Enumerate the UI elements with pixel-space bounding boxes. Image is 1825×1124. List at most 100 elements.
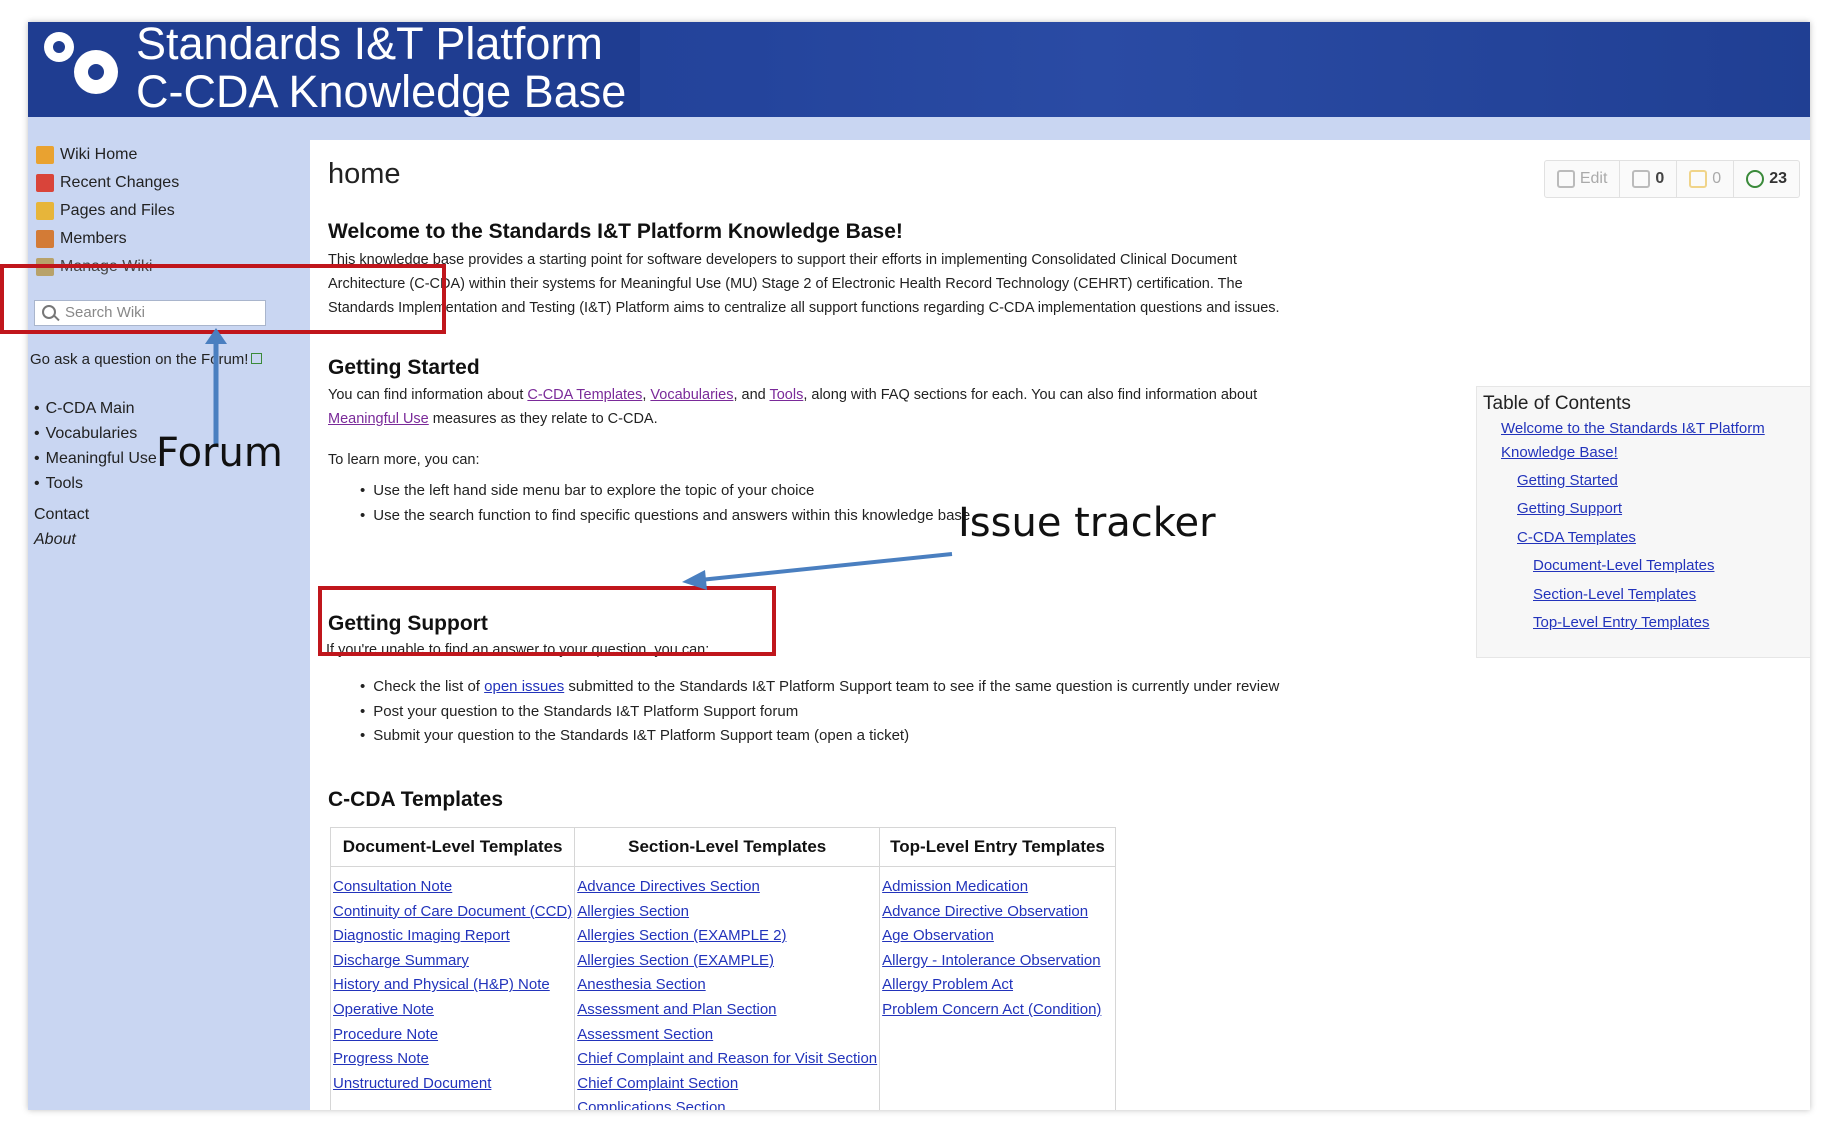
- open-issues-link[interactable]: open issues: [484, 678, 564, 695]
- paperclip-icon: [1632, 169, 1651, 188]
- meaningful-use-link[interactable]: Meaningful Use: [328, 411, 429, 427]
- comment-icon: [1689, 169, 1708, 188]
- template-link[interactable]: Assessment Section: [577, 1026, 713, 1043]
- template-link[interactable]: Allergy - Intolerance Observation: [882, 952, 1100, 969]
- sidebar-link-tools[interactable]: Tools: [34, 471, 157, 496]
- template-link[interactable]: Unstructured Document: [333, 1075, 491, 1092]
- template-link[interactable]: History and Physical (H&P) Note: [333, 976, 550, 993]
- external-link-icon: [251, 353, 263, 364]
- vocabularies-link[interactable]: Vocabularies: [650, 387, 733, 403]
- template-link[interactable]: Operative Note: [333, 1001, 434, 1018]
- toc-item[interactable]: Knowledge Base!: [1501, 441, 1618, 464]
- template-link[interactable]: Diagnostic Imaging Report: [333, 927, 510, 944]
- toc-item[interactable]: Getting Support: [1517, 497, 1622, 520]
- template-link[interactable]: Advance Directives Section: [577, 878, 760, 895]
- welcome-line: Standards Implementation and Testing (I&…: [328, 300, 1280, 316]
- column-header: Document-Level Templates: [329, 827, 576, 867]
- toc-link[interactable]: Getting Support: [1517, 500, 1622, 517]
- sidebar-item-wiki-home[interactable]: Wiki Home: [36, 142, 137, 168]
- toc-link[interactable]: Top-Level Entry Templates: [1533, 614, 1709, 631]
- comments-button[interactable]: 0: [1677, 161, 1735, 197]
- toc-item[interactable]: Getting Started: [1517, 469, 1618, 492]
- template-link[interactable]: Progress Note: [333, 1050, 429, 1067]
- toc-link[interactable]: Document-Level Templates: [1533, 557, 1714, 574]
- list-item: Post your question to the Standards I&T …: [360, 700, 1279, 725]
- sidebar-link-ccda-main[interactable]: C-CDA Main: [34, 396, 157, 421]
- toc-item[interactable]: Document-Level Templates: [1533, 554, 1714, 577]
- wiki-banner: Standards I&T Platform C-CDA Knowledge B…: [28, 22, 1810, 117]
- section-templates-cell: Advance Directives Section Allergies Sec…: [574, 866, 881, 1110]
- text-span: Check the list of: [373, 678, 485, 695]
- banner-title[interactable]: Standards I&T Platform C-CDA Knowledge B…: [136, 22, 626, 116]
- template-link[interactable]: Continuity of Care Document (CCD): [333, 903, 572, 920]
- sidebar-link-meaningful-use[interactable]: Meaningful Use: [34, 446, 157, 471]
- forum-highlight-box: [0, 264, 446, 334]
- toc-link[interactable]: Section-Level Templates: [1533, 586, 1696, 603]
- column-header: Top-Level Entry Templates: [879, 827, 1116, 867]
- template-link[interactable]: Complications Section: [577, 1099, 725, 1110]
- learn-more-list: Use the left hand side menu bar to explo…: [360, 479, 970, 528]
- sidebar-item-pages-and-files[interactable]: Pages and Files: [36, 198, 175, 224]
- sidebar-item-recent-changes[interactable]: Recent Changes: [36, 170, 179, 196]
- text-span: , and: [733, 387, 770, 403]
- toc-link[interactable]: C-CDA Templates: [1517, 529, 1636, 546]
- getting-started-heading: Getting Started: [328, 356, 480, 379]
- support-highlight-box: [318, 586, 776, 656]
- toc-item[interactable]: C-CDA Templates: [1517, 526, 1636, 549]
- column-header: Section-Level Templates: [574, 827, 881, 867]
- issue-tracker-annotation-label: Issue tracker: [958, 500, 1216, 546]
- toc-item[interactable]: Top-Level Entry Templates: [1533, 611, 1709, 634]
- template-link[interactable]: Allergies Section (EXAMPLE 2): [577, 927, 786, 944]
- calendar-icon: [36, 173, 54, 192]
- tools-link[interactable]: Tools: [769, 387, 803, 403]
- sidebar-item-label: Members: [60, 230, 127, 247]
- about-link[interactable]: About: [34, 531, 76, 549]
- table-row: Consultation Note Continuity of Care Doc…: [329, 866, 1116, 1110]
- toc-link[interactable]: Knowledge Base!: [1501, 444, 1618, 461]
- template-link[interactable]: Allergies Section: [577, 903, 689, 920]
- template-link[interactable]: Admission Medication: [882, 878, 1028, 895]
- template-link[interactable]: Allergies Section (EXAMPLE): [577, 952, 774, 969]
- template-link[interactable]: Assessment and Plan Section: [577, 1001, 776, 1018]
- template-link[interactable]: Chief Complaint Section: [577, 1075, 738, 1092]
- contact-link[interactable]: Contact: [34, 506, 89, 524]
- page-title: home: [328, 158, 401, 190]
- template-link[interactable]: Problem Concern Act (Condition): [882, 1001, 1101, 1018]
- text-span: You can find information about: [328, 387, 528, 403]
- revisions-button[interactable]: 23: [1734, 161, 1799, 197]
- entry-templates-cell: Admission Medication Advance Directive O…: [879, 866, 1116, 1110]
- template-link[interactable]: Consultation Note: [333, 878, 452, 895]
- toc-item[interactable]: Welcome to the Standards I&T Platform: [1501, 417, 1765, 440]
- ccda-templates-heading: C-CDA Templates: [328, 788, 504, 811]
- welcome-line: Architecture (C-CDA) within their system…: [328, 276, 1243, 292]
- toc-item[interactable]: Section-Level Templates: [1533, 583, 1696, 606]
- template-link[interactable]: Anesthesia Section: [577, 976, 705, 993]
- attachments-button[interactable]: 0: [1620, 161, 1678, 197]
- banner-title-line2: C-CDA Knowledge Base: [136, 66, 627, 117]
- getting-started-paragraph: You can find information about C-CDA Tem…: [328, 383, 1257, 431]
- template-link[interactable]: Allergy Problem Act: [882, 976, 1013, 993]
- document-templates-cell: Consultation Note Continuity of Care Doc…: [329, 866, 576, 1110]
- template-link[interactable]: Procedure Note: [333, 1026, 438, 1043]
- attachments-count: 0: [1655, 170, 1665, 187]
- table-header-row: Document-Level Templates Section-Level T…: [329, 827, 1116, 867]
- sidebar-link-vocabularies[interactable]: Vocabularies: [34, 421, 157, 446]
- ccda-templates-link[interactable]: C-CDA Templates: [527, 387, 642, 403]
- toc-title: Table of Contents: [1483, 393, 1631, 414]
- edit-button[interactable]: Edit: [1545, 161, 1621, 197]
- welcome-paragraph: This knowledge base provides a starting …: [328, 248, 1280, 320]
- banner-title-line1: Standards I&T Platform: [136, 22, 603, 69]
- toc-link[interactable]: Getting Started: [1517, 472, 1618, 489]
- template-link[interactable]: Advance Directive Observation: [882, 903, 1088, 920]
- browser-frame: Standards I&T Platform C-CDA Knowledge B…: [28, 22, 1810, 1110]
- comments-count: 0: [1712, 170, 1722, 187]
- template-link[interactable]: Chief Complaint and Reason for Visit Sec…: [577, 1050, 877, 1067]
- text-span: , along with FAQ sections for each. You …: [803, 387, 1258, 403]
- toc-link[interactable]: Welcome to the Standards I&T Platform: [1501, 420, 1765, 437]
- sidebar-item-members[interactable]: Members: [36, 226, 127, 252]
- forum-link[interactable]: Go ask a question on the Forum!: [30, 351, 263, 368]
- members-icon: [36, 229, 54, 248]
- template-link[interactable]: Age Observation: [882, 927, 994, 944]
- template-link[interactable]: Discharge Summary: [333, 952, 469, 969]
- learn-more-text: To learn more, you can:: [328, 452, 480, 468]
